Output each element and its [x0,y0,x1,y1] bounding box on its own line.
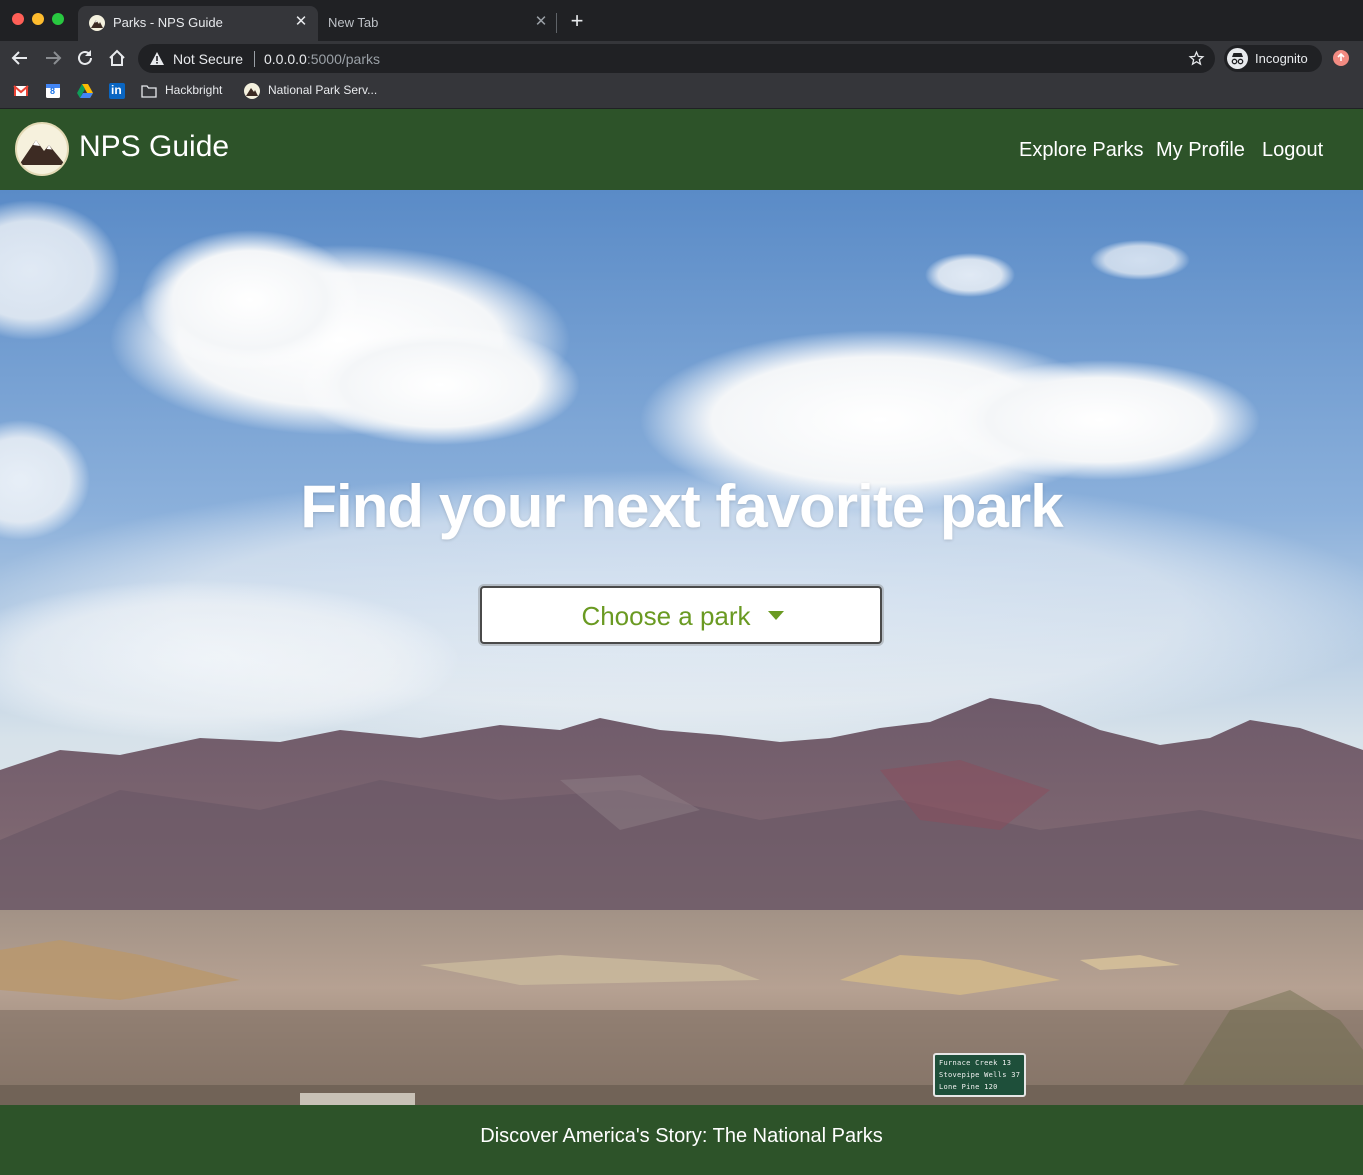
nav-link-logout[interactable]: Logout [1262,139,1323,162]
road-sign: Furnace Creek 13 Stovepipe Wells 37 Lone… [933,1053,1026,1097]
address-bar[interactable]: Not Secure 0.0.0.0:5000/parks [138,44,1215,73]
window-minimize-button[interactable] [32,13,44,25]
home-icon[interactable] [106,47,128,69]
calendar-date: 8 [50,86,56,96]
bookmark-star-icon[interactable] [1188,50,1205,67]
url-text[interactable]: 0.0.0.0:5000/parks [264,51,380,67]
linkedin-label: in [111,83,122,97]
browser-tab-strip: Parks - NPS Guide ✕ New Tab ✕ + [0,0,1363,41]
choose-park-dropdown[interactable]: Choose a park [480,586,882,644]
folder-icon[interactable] [141,83,157,99]
caret-down-icon [768,611,784,620]
url-path: :5000/parks [306,51,380,67]
new-tab-button[interactable]: + [566,10,588,33]
warning-icon[interactable] [150,52,164,65]
sign-row: Furnace Creek 13 [939,1059,1012,1067]
nav-link-my-profile[interactable]: My Profile [1156,139,1245,162]
site-navbar: NPS Guide Explore Parks My Profile Logou… [0,109,1363,190]
drive-icon[interactable] [77,83,93,99]
hero-title: Find your next favorite park [300,473,1063,540]
brand-title[interactable]: NPS Guide [79,130,229,164]
nav-link-explore-parks[interactable]: Explore Parks [1019,139,1144,162]
tab-title: Parks - NPS Guide [113,15,223,30]
security-label[interactable]: Not Secure [173,51,243,67]
incognito-label: Incognito [1255,51,1308,66]
hero-section: Find your next favorite park Choose a pa… [0,190,1363,1105]
incognito-icon [1227,48,1248,69]
linkedin-icon[interactable]: in [109,83,125,99]
tab-separator [556,13,557,33]
omnibox-divider [254,51,255,67]
reload-icon[interactable] [74,47,96,69]
tab-close-icon[interactable]: ✕ [292,13,310,31]
tab-close-icon[interactable]: ✕ [532,13,550,31]
footer-text: Discover America's Story: The National P… [480,1125,883,1147]
sign-row: Lone Pine 120 [939,1083,998,1091]
update-icon[interactable] [1333,50,1349,66]
browser-toolbar: Not Secure 0.0.0.0:5000/parks Incognito [0,41,1363,75]
window-close-button[interactable] [12,13,24,25]
dropdown-label: Choose a park [581,601,751,631]
site-footer: Discover America's Story: The National P… [0,1105,1363,1175]
hero-landscape-image [0,190,1363,1105]
window-zoom-button[interactable] [52,13,64,25]
tab-parks[interactable]: Parks - NPS Guide ✕ [78,6,318,41]
sign-row: Stovepipe Wells 37 [939,1071,1021,1079]
tab-new-tab[interactable]: New Tab ✕ [318,6,556,41]
forward-arrow-icon[interactable] [42,47,64,69]
nps-favicon-icon[interactable] [244,83,260,99]
back-arrow-icon[interactable] [9,47,31,69]
nps-guide-logo[interactable] [15,122,69,176]
tab-title: New Tab [328,15,379,30]
bookmark-hackbright[interactable]: Hackbright [165,83,222,97]
bookmark-national-park-service[interactable]: National Park Serv... [268,83,377,97]
bookmarks-bar: 8 in Hackbright National Park Serv... [0,75,1363,109]
incognito-profile-button[interactable]: Incognito [1224,45,1322,72]
url-host: 0.0.0.0 [264,51,307,67]
nps-guide-favicon-icon [89,15,105,31]
gmail-icon[interactable] [13,83,29,99]
